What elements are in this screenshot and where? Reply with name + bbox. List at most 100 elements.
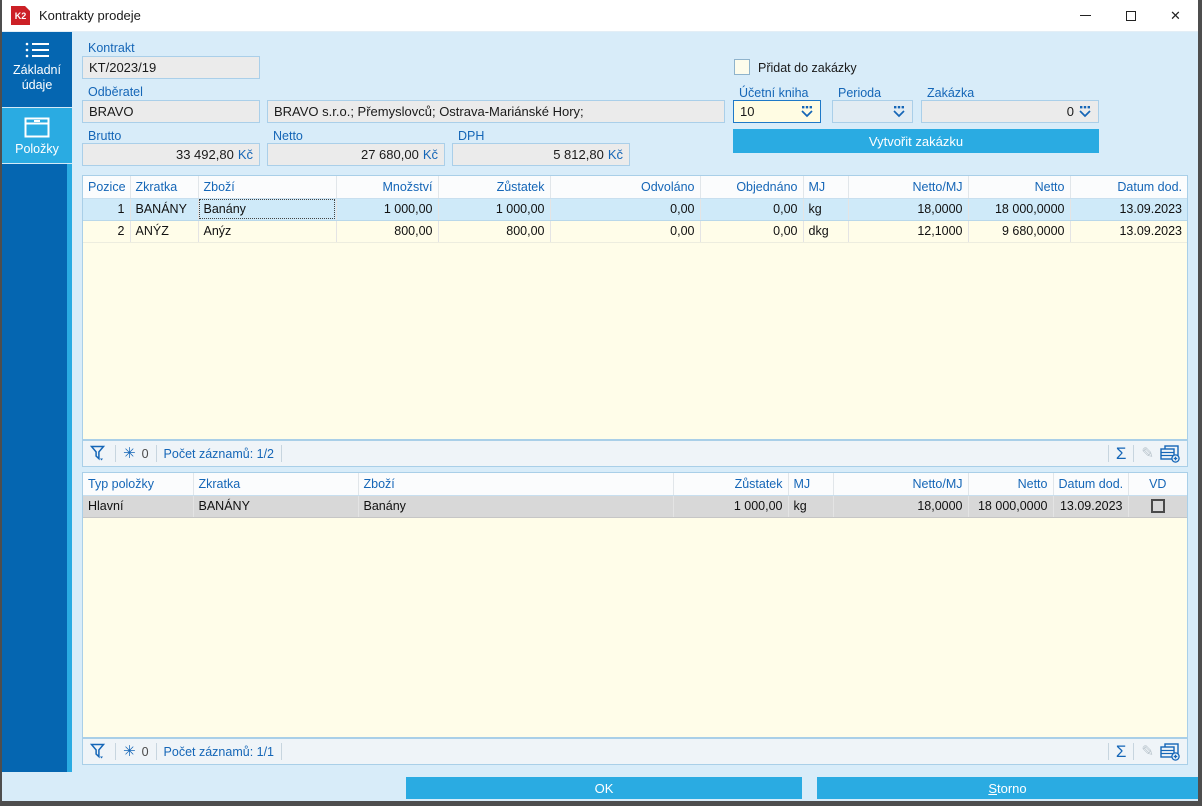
table-cell[interactable]: 800,00	[336, 220, 439, 243]
table-cell[interactable]: 13.09.2023	[1070, 220, 1187, 243]
filter-button[interactable]	[90, 445, 108, 462]
table-cell[interactable]: 0,00	[550, 220, 701, 243]
vytvorit-zakazku-button[interactable]: Vytvořit zakázku	[733, 129, 1099, 153]
table-cell[interactable]: BANÁNY	[193, 495, 359, 518]
items-table-statusbar: ✳ 0 Počet záznamů: 1/2 Σ ✎	[82, 440, 1188, 467]
perioda-dropdown[interactable]	[832, 100, 913, 123]
freeze-filter-icon[interactable]: ✳	[123, 744, 136, 759]
table-cell[interactable]: Banány	[198, 198, 337, 221]
table-cell[interactable]: 18 000,0000	[968, 495, 1054, 518]
sum-button[interactable]: Σ	[1116, 445, 1127, 462]
column-header[interactable]: Zboží	[358, 473, 674, 496]
table-cell[interactable]: 18,0000	[848, 198, 969, 221]
column-header[interactable]: Typ položky	[83, 473, 194, 496]
chevron-down-icon	[893, 105, 905, 117]
table-cell[interactable]: 0,00	[700, 198, 804, 221]
table-cell[interactable]: dkg	[803, 220, 849, 243]
table-cell[interactable]: kg	[803, 198, 849, 221]
kontrakt-field[interactable]: KT/2023/19	[82, 56, 260, 79]
column-header[interactable]: Zkratka	[193, 473, 359, 496]
column-header[interactable]: Zůstatek	[438, 176, 551, 199]
column-header[interactable]: Datum dod.	[1070, 176, 1187, 199]
vd-checkbox[interactable]	[1150, 499, 1165, 514]
column-header[interactable]: Objednáno	[700, 176, 804, 199]
table-cell[interactable]: Hlavní	[83, 495, 194, 518]
table-cell[interactable]: 2	[83, 220, 131, 243]
column-header[interactable]: MJ	[788, 473, 834, 496]
ucetni-kniha-value: 10	[740, 104, 755, 119]
chevron-down-icon	[801, 105, 813, 117]
edit-button[interactable]: ✎	[1141, 744, 1154, 759]
add-record-button[interactable]	[1160, 444, 1180, 463]
table-row[interactable]: 1 BANÁNY Banány 1 000,00 1 000,00 0,00 0,00 kg 1…	[83, 198, 1187, 221]
kontrakt-label: Kontrakt	[88, 41, 135, 55]
storno-button[interactable]: Storno	[817, 777, 1198, 799]
column-header[interactable]: Zboží	[198, 176, 337, 199]
ok-button[interactable]: OK	[406, 777, 802, 799]
add-record-button[interactable]	[1160, 742, 1180, 761]
table-cell[interactable]: 1 000,00	[438, 198, 551, 221]
zakazka-dropdown[interactable]: 0	[921, 100, 1099, 123]
sidebar-item-zakladni-udaje[interactable]: Základní údaje	[2, 32, 72, 108]
table-cell[interactable]: 1	[83, 198, 131, 221]
ucetni-kniha-dropdown[interactable]: 10	[733, 100, 821, 123]
table-row[interactable]: 2 ANÝZ Anýz 800,00 800,00 0,00 0,00 dkg 12,1000 9…	[83, 220, 1187, 243]
separator	[115, 743, 116, 760]
column-header[interactable]: Množství	[336, 176, 439, 199]
table-cell[interactable]: 18 000,0000	[968, 198, 1071, 221]
subitems-table[interactable]: Typ položky Zkratka Zboží Zůstatek MJ Netto/M…	[83, 473, 1187, 518]
column-header[interactable]: Netto/MJ	[833, 473, 969, 496]
table-cell[interactable]: 0,00	[700, 220, 804, 243]
close-button[interactable]: ✕	[1153, 0, 1198, 31]
column-header[interactable]: Pozice	[83, 176, 131, 199]
column-header[interactable]: Zkratka	[130, 176, 199, 199]
separator	[1133, 743, 1135, 760]
table-cell[interactable]	[1128, 495, 1187, 518]
netto-label: Netto	[273, 129, 303, 143]
table-cell[interactable]: Banány	[358, 495, 674, 518]
filter-button[interactable]	[90, 743, 108, 760]
table-header-row: Pozice Zkratka Zboží Množství Zůstatek Odvolá…	[83, 176, 1187, 199]
subitems-table-statusbar: ✳ 0 Počet záznamů: 1/1 Σ ✎	[82, 738, 1188, 765]
netto-field: 27 680,00 Kč	[267, 143, 445, 166]
column-header[interactable]: Netto	[968, 176, 1071, 199]
column-header[interactable]: VD	[1128, 473, 1187, 496]
column-header[interactable]: Netto/MJ	[848, 176, 969, 199]
pridat-do-zakazky-checkbox[interactable]	[734, 59, 750, 75]
separator	[281, 445, 283, 462]
table-cell[interactable]: 800,00	[438, 220, 551, 243]
minimize-button[interactable]	[1063, 0, 1108, 31]
column-header[interactable]: Odvoláno	[550, 176, 701, 199]
separator	[1107, 445, 1109, 462]
table-row[interactable]: Hlavní BANÁNY Banány 1 000,00 kg 18,0000 18 00…	[83, 495, 1187, 518]
column-header[interactable]: Netto	[968, 473, 1054, 496]
column-header[interactable]: MJ	[803, 176, 849, 199]
table-cell[interactable]: 1 000,00	[673, 495, 789, 518]
table-cell[interactable]: 1 000,00	[336, 198, 439, 221]
maximize-button[interactable]	[1108, 0, 1153, 31]
table-cell[interactable]: 0,00	[550, 198, 701, 221]
separator	[1133, 445, 1135, 462]
table-cell[interactable]: 18,0000	[833, 495, 969, 518]
table-cell[interactable]: ANÝZ	[130, 220, 199, 243]
column-header[interactable]: Datum dod.	[1053, 473, 1129, 496]
main-content: Základní údaje Položky Kontrakt KT/2023/…	[2, 32, 1198, 801]
column-header[interactable]: Zůstatek	[673, 473, 789, 496]
items-table[interactable]: Pozice Zkratka Zboží Množství Zůstatek Odvolá…	[83, 176, 1187, 243]
filter-icon	[90, 743, 106, 759]
table-cell[interactable]: BANÁNY	[130, 198, 199, 221]
odberatel-label: Odběratel	[88, 85, 143, 99]
sidebar-item-polozky[interactable]: Položky	[2, 108, 72, 164]
table-cell[interactable]: Anýz	[198, 220, 337, 243]
odberatel-address-field[interactable]: BRAVO s.r.o.; Přemyslovců; Ostrava-Mariá…	[267, 100, 725, 123]
edit-button[interactable]: ✎	[1141, 446, 1154, 461]
table-cell[interactable]: 9 680,0000	[968, 220, 1071, 243]
sum-button[interactable]: Σ	[1116, 743, 1127, 760]
table-cell[interactable]: kg	[788, 495, 834, 518]
table-cell[interactable]: 12,1000	[848, 220, 969, 243]
odberatel-field[interactable]: BRAVO	[82, 100, 260, 123]
freeze-filter-icon[interactable]: ✳	[123, 446, 136, 461]
sidebar-item-label: Základní údaje	[13, 63, 61, 92]
table-cell[interactable]: 13.09.2023	[1053, 495, 1129, 518]
table-cell[interactable]: 13.09.2023	[1070, 198, 1187, 221]
